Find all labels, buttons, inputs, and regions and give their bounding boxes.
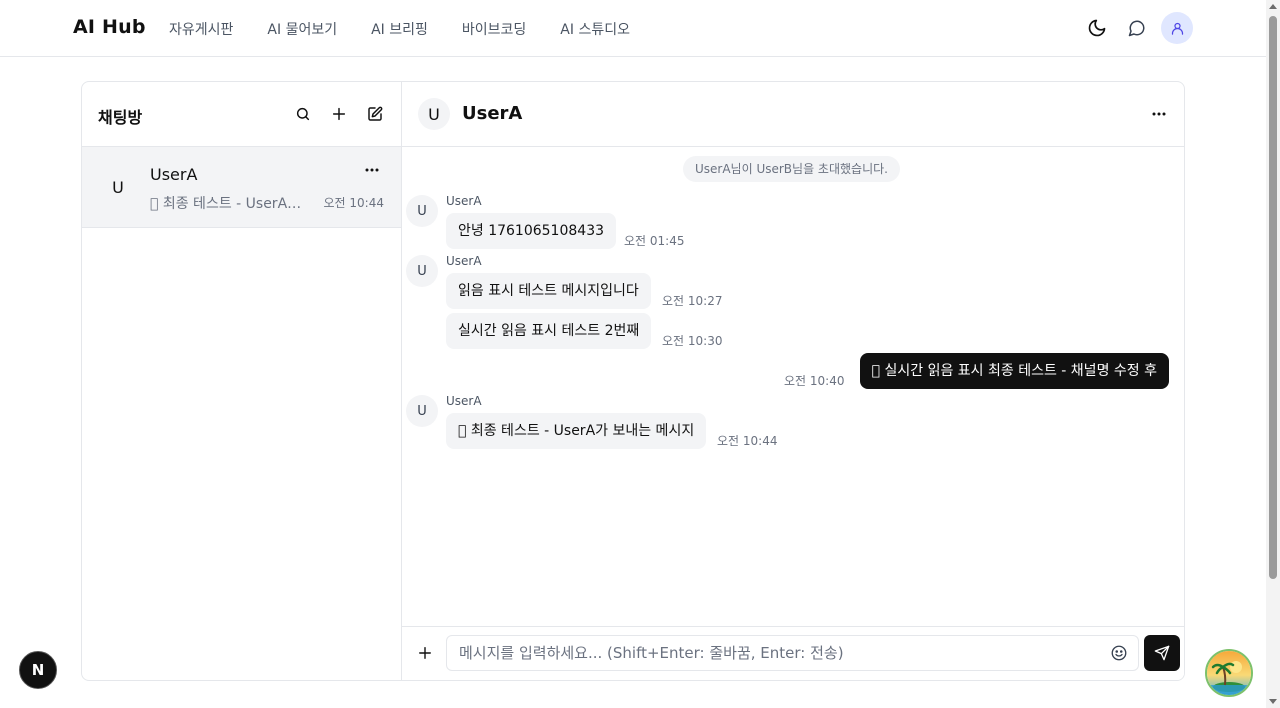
message-time: 오전 10:27 (662, 294, 723, 308)
message-time: 오전 10:30 (662, 334, 723, 348)
message-bubble: 안녕 1761065108433 (446, 213, 617, 249)
room-more-button[interactable] (363, 161, 381, 179)
message-sender: UserA (446, 394, 482, 408)
chat-more-button[interactable] (1149, 104, 1169, 124)
edit-icon (368, 106, 383, 121)
sidebar-header: 채팅방 (82, 82, 401, 147)
more-horizontal-icon (365, 168, 379, 172)
search-button[interactable] (291, 102, 315, 126)
room-time: 오전 10:44 (323, 196, 384, 210)
message-bubble: 󰀀 최종 테스트 - UserA가 보내는 메시지 (446, 413, 707, 449)
chat-sidebar: 채팅방 U UserA 󰀀 최종 테스트 - UserA가 보내는 메시지 (82, 82, 402, 680)
chat-container: 채팅방 U UserA 󰀀 최종 테스트 - UserA가 보내는 메시지 (81, 81, 1185, 681)
top-nav: AI Hub 자유게시판 AI 물어보기 AI 브리핑 바이브코딩 AI 스튜디… (0, 0, 1266, 57)
moon-icon (1088, 19, 1106, 37)
messages-button[interactable] (1121, 12, 1153, 44)
user-icon (1171, 22, 1183, 35)
message-avatar: U (406, 195, 438, 227)
chat-title: UserA (462, 103, 523, 124)
user-menu-button[interactable] (1161, 12, 1193, 44)
message-composer (402, 626, 1184, 680)
room-name: UserA (150, 165, 198, 184)
room-avatar: U (112, 177, 124, 197)
message-bubble: 읽음 표시 테스트 메시지입니다 (446, 273, 651, 309)
page-scrollbar[interactable] (1266, 0, 1280, 708)
message-input[interactable] (447, 636, 1097, 670)
message-input-wrapper (446, 635, 1139, 671)
my-message-bubble: 󰀀 실시간 읽음 표시 최종 테스트 - 채널명 수정 후 (859, 353, 1169, 389)
send-icon (1154, 645, 1170, 661)
more-horizontal-icon (1152, 112, 1166, 116)
next-dev-badge[interactable]: N (19, 651, 57, 689)
message-time: 오전 10:44 (717, 434, 778, 448)
dark-mode-toggle[interactable] (1081, 12, 1113, 44)
system-message: UserA님이 UserB님을 초대했습니다. (683, 156, 900, 182)
message-time: 오전 10:40 (784, 374, 845, 388)
attach-button[interactable] (414, 642, 436, 664)
room-last-message: 󰀀 최종 테스트 - UserA가 보내는 메시지 (150, 196, 306, 212)
search-icon (296, 107, 310, 121)
nav-item-vibe-coding[interactable]: 바이브코딩 (462, 19, 526, 39)
chat-main: U UserA UserA님이 UserB님을 초대했습니다. U UserA … (402, 82, 1184, 680)
message-bubble: 실시간 읽음 표시 테스트 2번째 (446, 313, 652, 349)
scroll-up-arrow[interactable] (1269, 4, 1277, 9)
nav-links: 자유게시판 AI 물어보기 AI 브리핑 바이브코딩 AI 스튜디오 (169, 19, 664, 39)
sidebar-title: 채팅방 (98, 108, 143, 127)
island-icon (1207, 651, 1251, 695)
nav-item-ai-briefing[interactable]: AI 브리핑 (371, 19, 428, 39)
message-avatar: U (406, 255, 438, 287)
add-room-button[interactable] (327, 102, 351, 126)
nav-item-board[interactable]: 자유게시판 (169, 19, 233, 39)
chat-bubble-icon (1128, 20, 1145, 37)
chat-avatar: U (418, 98, 450, 130)
assistant-launcher[interactable] (1205, 649, 1253, 697)
nav-actions (1081, 12, 1193, 44)
message-sender: UserA (446, 254, 482, 268)
scroll-down-arrow[interactable] (1269, 699, 1277, 704)
compose-button[interactable] (363, 102, 387, 126)
message-sender: UserA (446, 194, 482, 208)
page: AI Hub 자유게시판 AI 물어보기 AI 브리핑 바이브코딩 AI 스튜디… (0, 0, 1280, 708)
scroll-thumb[interactable] (1269, 16, 1277, 579)
nav-item-ask-ai[interactable]: AI 물어보기 (267, 19, 337, 39)
message-list: UserA님이 UserB님을 초대했습니다. U UserA 안녕 17610… (402, 147, 1184, 627)
chat-header: U UserA (402, 82, 1184, 147)
message-time: 오전 01:45 (624, 234, 685, 248)
sidebar-tools (291, 102, 387, 126)
send-button[interactable] (1144, 635, 1180, 671)
plus-icon (419, 647, 431, 659)
brand-logo[interactable]: AI Hub (73, 16, 146, 38)
message-avatar: U (406, 395, 438, 427)
plus-icon (332, 107, 346, 121)
nav-item-ai-studio[interactable]: AI 스튜디오 (560, 19, 630, 39)
chat-room-item[interactable]: U UserA 󰀀 최종 테스트 - UserA가 보내는 메시지 오전 10:… (82, 147, 401, 228)
emoji-icon[interactable] (1110, 644, 1128, 662)
